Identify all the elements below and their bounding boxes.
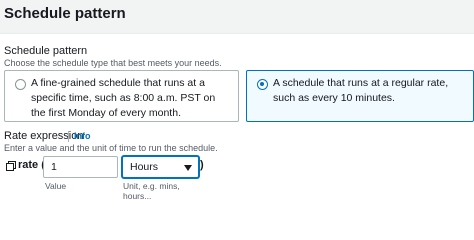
- option-fine-grained-schedule[interactable]: A fine-grained schedule that runs at a s…: [4, 70, 239, 122]
- unit-hint: Unit, e.g. mins, hours...: [123, 181, 180, 201]
- schedule-pattern-label: Schedule pattern: [4, 45, 88, 57]
- rate-prefix: rate (: [18, 159, 45, 171]
- rate-value-input[interactable]: [43, 156, 118, 178]
- radio-regular-rate[interactable]: [257, 79, 268, 90]
- rate-unit-value: Hours: [130, 161, 159, 173]
- copy-icon[interactable]: [6, 161, 16, 171]
- value-hint: Value: [45, 181, 67, 191]
- rate-expression-description: Enter a value and the unit of time to ru…: [4, 143, 218, 153]
- option-regular-rate-schedule[interactable]: A schedule that runs at a regular rate, …: [246, 70, 474, 122]
- caret-down-icon: [184, 165, 192, 171]
- schedule-pattern-description: Choose the schedule type that best meets…: [4, 58, 222, 68]
- radio-fine-grained[interactable]: [15, 79, 26, 90]
- page-title: Schedule pattern: [4, 5, 126, 22]
- rate-expression-label: Rate expression: [4, 130, 84, 142]
- info-link[interactable]: Info: [74, 131, 91, 141]
- rate-suffix: ): [200, 159, 204, 171]
- option-fine-grained-text: A fine-grained schedule that runs at a s…: [31, 77, 216, 119]
- header-bar: Schedule pattern: [0, 0, 474, 34]
- info-divider: [68, 131, 69, 142]
- option-regular-rate-text: A schedule that runs at a regular rate, …: [273, 77, 449, 104]
- rate-unit-select[interactable]: Hours: [122, 156, 199, 178]
